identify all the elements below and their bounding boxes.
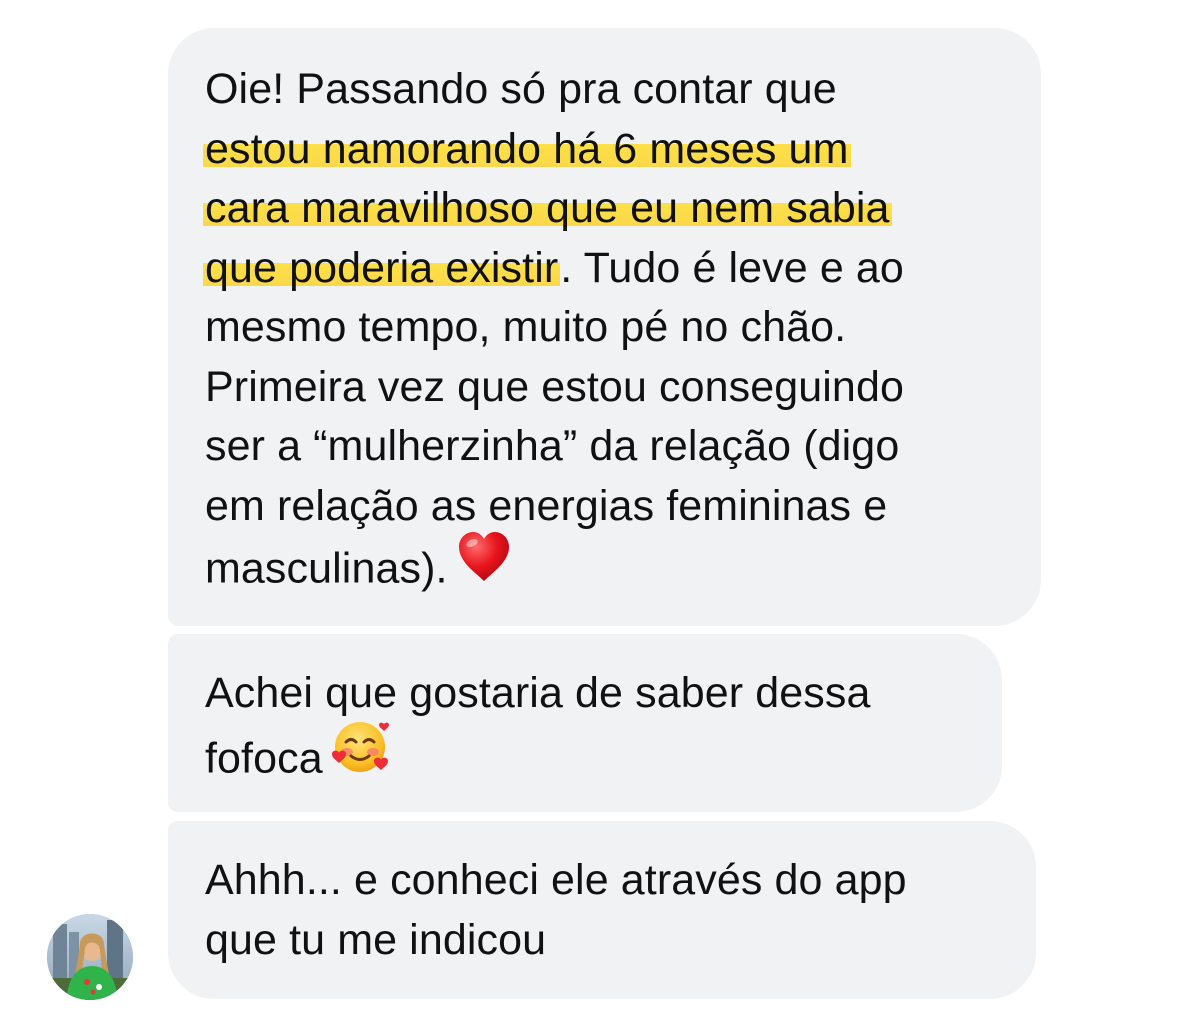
text-run: . Tudo é leve e ao bbox=[560, 243, 904, 292]
text-run: masculinas). bbox=[205, 544, 448, 593]
text-run: fofoca bbox=[205, 734, 323, 783]
message-line: estou namorando há 6 meses um bbox=[203, 120, 1005, 180]
text-run: ser a “mulherzinha” da relação (digo bbox=[205, 422, 900, 470]
message-bubble-3[interactable]: Ahhh... e conheci ele através do app que… bbox=[168, 821, 1036, 999]
message-line: ser a “mulherzinha” da relação (digo bbox=[205, 417, 1005, 477]
message-line: que tu me indicou bbox=[205, 911, 1000, 971]
avatar-photo-icon bbox=[47, 914, 133, 1000]
message-line: mesmo tempo, muito pé no chão. bbox=[205, 298, 1005, 358]
message-bubble-1[interactable]: Oie! Passando só pra contar que estou na… bbox=[168, 28, 1041, 626]
highlighted-text: cara maravilhoso que eu nem sabia bbox=[203, 184, 892, 232]
highlighted-text: estou namorando há 6 meses um bbox=[203, 124, 851, 173]
text-run: Ahhh... e conheci ele através do app bbox=[205, 856, 907, 904]
message-line: Achei que gostaria de saber dessa bbox=[205, 664, 966, 724]
message-line: cara maravilhoso que eu nem sabia bbox=[203, 179, 1005, 239]
text-run: Oie! Passando só pra contar que bbox=[205, 65, 837, 113]
message-line: Primeira vez que estou conseguindo bbox=[205, 358, 1005, 418]
text-run: Primeira vez que estou conseguindo bbox=[205, 362, 904, 411]
message-line: masculinas). bbox=[205, 532, 1005, 596]
red-heart-icon bbox=[456, 530, 512, 601]
text-run: em relação as energias femininas e bbox=[205, 481, 888, 530]
text-run: que tu me indicou bbox=[205, 915, 547, 964]
sender-avatar[interactable] bbox=[47, 914, 133, 1000]
text-run: mesmo tempo, muito pé no chão. bbox=[205, 303, 847, 351]
message-line: em relação as energias femininas e bbox=[205, 477, 1005, 537]
message-line: Oie! Passando só pra contar que bbox=[205, 60, 1005, 120]
smiling-face-with-hearts-icon bbox=[331, 718, 391, 793]
message-line: Ahhh... e conheci ele através do app bbox=[205, 851, 1000, 911]
text-run: Achei que gostaria de saber dessa bbox=[205, 669, 871, 717]
message-line: fofoca bbox=[205, 721, 966, 784]
message-line: que poderia existir. Tudo é leve e ao bbox=[203, 239, 1005, 299]
message-bubble-2[interactable]: Achei que gostaria de saber dessa fofoca bbox=[168, 634, 1002, 812]
highlighted-text: que poderia existir bbox=[203, 243, 561, 292]
